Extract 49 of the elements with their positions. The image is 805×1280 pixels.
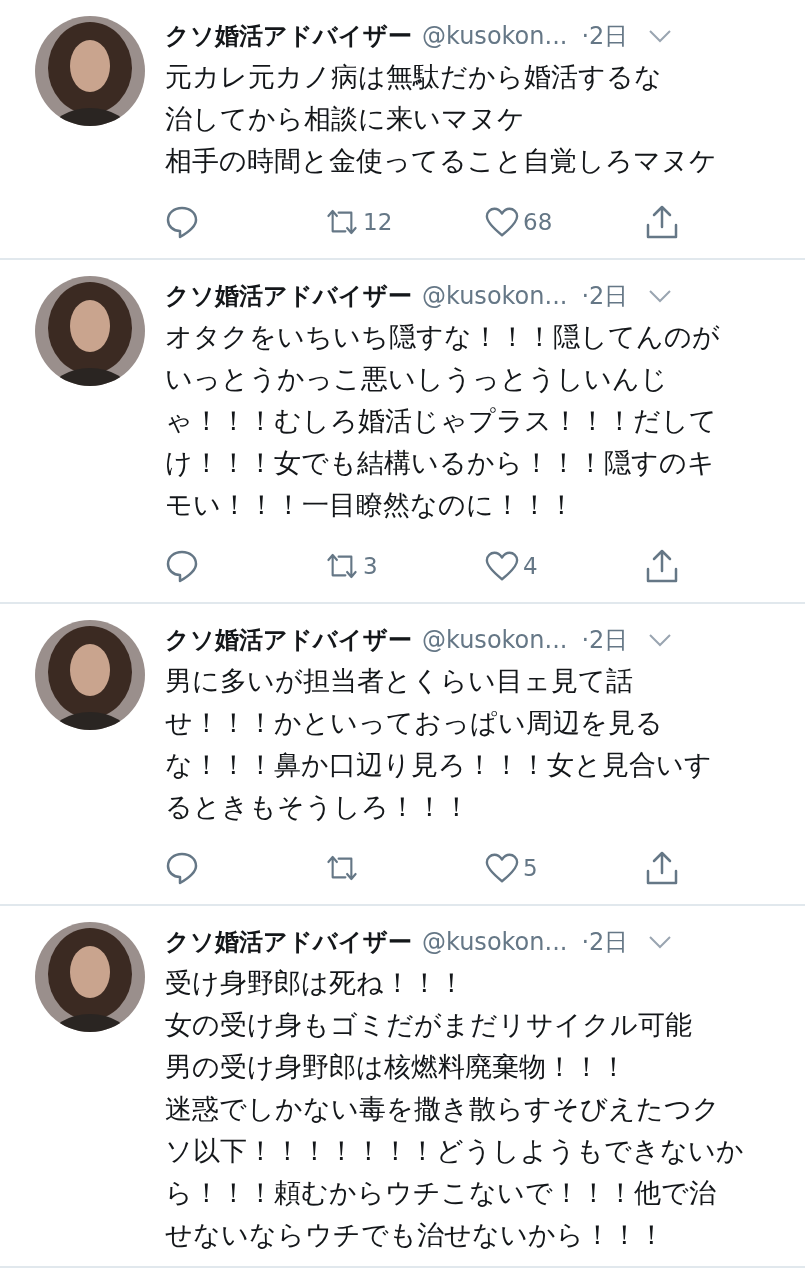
retweet-count: 3 [363,553,378,579]
handle[interactable]: @kusokon... [422,282,568,310]
tweet-text-line: るときもそうしろ！！！ [165,790,470,824]
share-icon[interactable] [645,205,679,239]
tweet-text-line: オタクをいちいち隠すな！！！隠してんのが [165,320,720,354]
tweet-text-line: 受け身野郎は死ね！！！ [165,966,465,1000]
tweet-text-line: な！！！鼻か口辺り見ろ！！！女と見合いす [165,748,712,782]
caret-icon[interactable] [648,633,673,647]
reply-icon[interactable] [165,851,199,885]
tweet-text-line: ソ以下！！！！！！！どうしようもできないか [165,1134,744,1168]
reply-icon[interactable] [165,205,199,239]
like-count: 68 [523,209,553,235]
tweet-text-line: 治してから相談に来いマヌケ [165,102,525,136]
display-name[interactable]: クソ婚活アドバイザー [165,280,412,312]
tweet-text-line: 元カレ元カノ病は無駄だから婚活するな [165,60,662,94]
reply-icon[interactable] [165,549,199,583]
display-name[interactable]: クソ婚活アドバイザー [165,20,412,52]
tweet-text-line: モい！！！一目瞭然なのに！！！ [165,488,575,522]
handle[interactable]: @kusokon... [422,626,568,654]
caret-icon[interactable] [648,935,673,949]
timestamp: ·2日 [581,625,629,656]
share-icon[interactable] [645,549,679,583]
tweet-text-line: せ！！！かといっておっぱい周辺を見る [165,706,663,740]
tweet-text-line: 男に多いが担当者とくらい目ェ見て話 [165,664,633,698]
handle[interactable]: @kusokon... [422,22,568,50]
retweet-count: 12 [363,209,393,235]
heart-icon[interactable] [485,205,519,239]
handle[interactable]: @kusokon... [422,928,568,956]
like-count: 5 [523,855,538,881]
tweet-text-line: け！！！女でも結構いるから！！！隠すのキ [165,446,715,480]
tweet-text-line: 相手の時間と金使ってること自覚しろマヌケ [165,144,717,178]
tweet-text-line: いっとうかっこ悪いしうっとうしいんじ [165,362,668,396]
tweet-text-line: ゃ！！！むしろ婚活じゃプラス！！！だして [165,404,717,438]
tweet-text-line: 男の受け身野郎は核燃料廃棄物！！！ [165,1050,627,1084]
timestamp: ·2日 [581,281,629,312]
heart-icon[interactable] [485,549,519,583]
caret-icon[interactable] [648,289,673,303]
timestamp: ·2日 [581,927,629,958]
tweet-text-line: せないならウチでも治せないから！！！ [165,1218,665,1252]
tweet-text-line: ら！！！頼むからウチこないで！！！他で治 [165,1176,716,1210]
like-count: 4 [523,553,538,579]
caret-icon[interactable] [648,29,673,43]
heart-icon[interactable] [485,851,519,885]
display-name[interactable]: クソ婚活アドバイザー [165,926,412,958]
tweet-text-line: 女の受け身もゴミだがまだリサイクル可能 [165,1008,692,1042]
timestamp: ·2日 [581,21,629,52]
display-name[interactable]: クソ婚活アドバイザー [165,624,412,656]
tweet-text-line: 迷惑でしかない毒を撒き散らすそびえたつク [165,1092,720,1126]
share-icon[interactable] [645,851,679,885]
